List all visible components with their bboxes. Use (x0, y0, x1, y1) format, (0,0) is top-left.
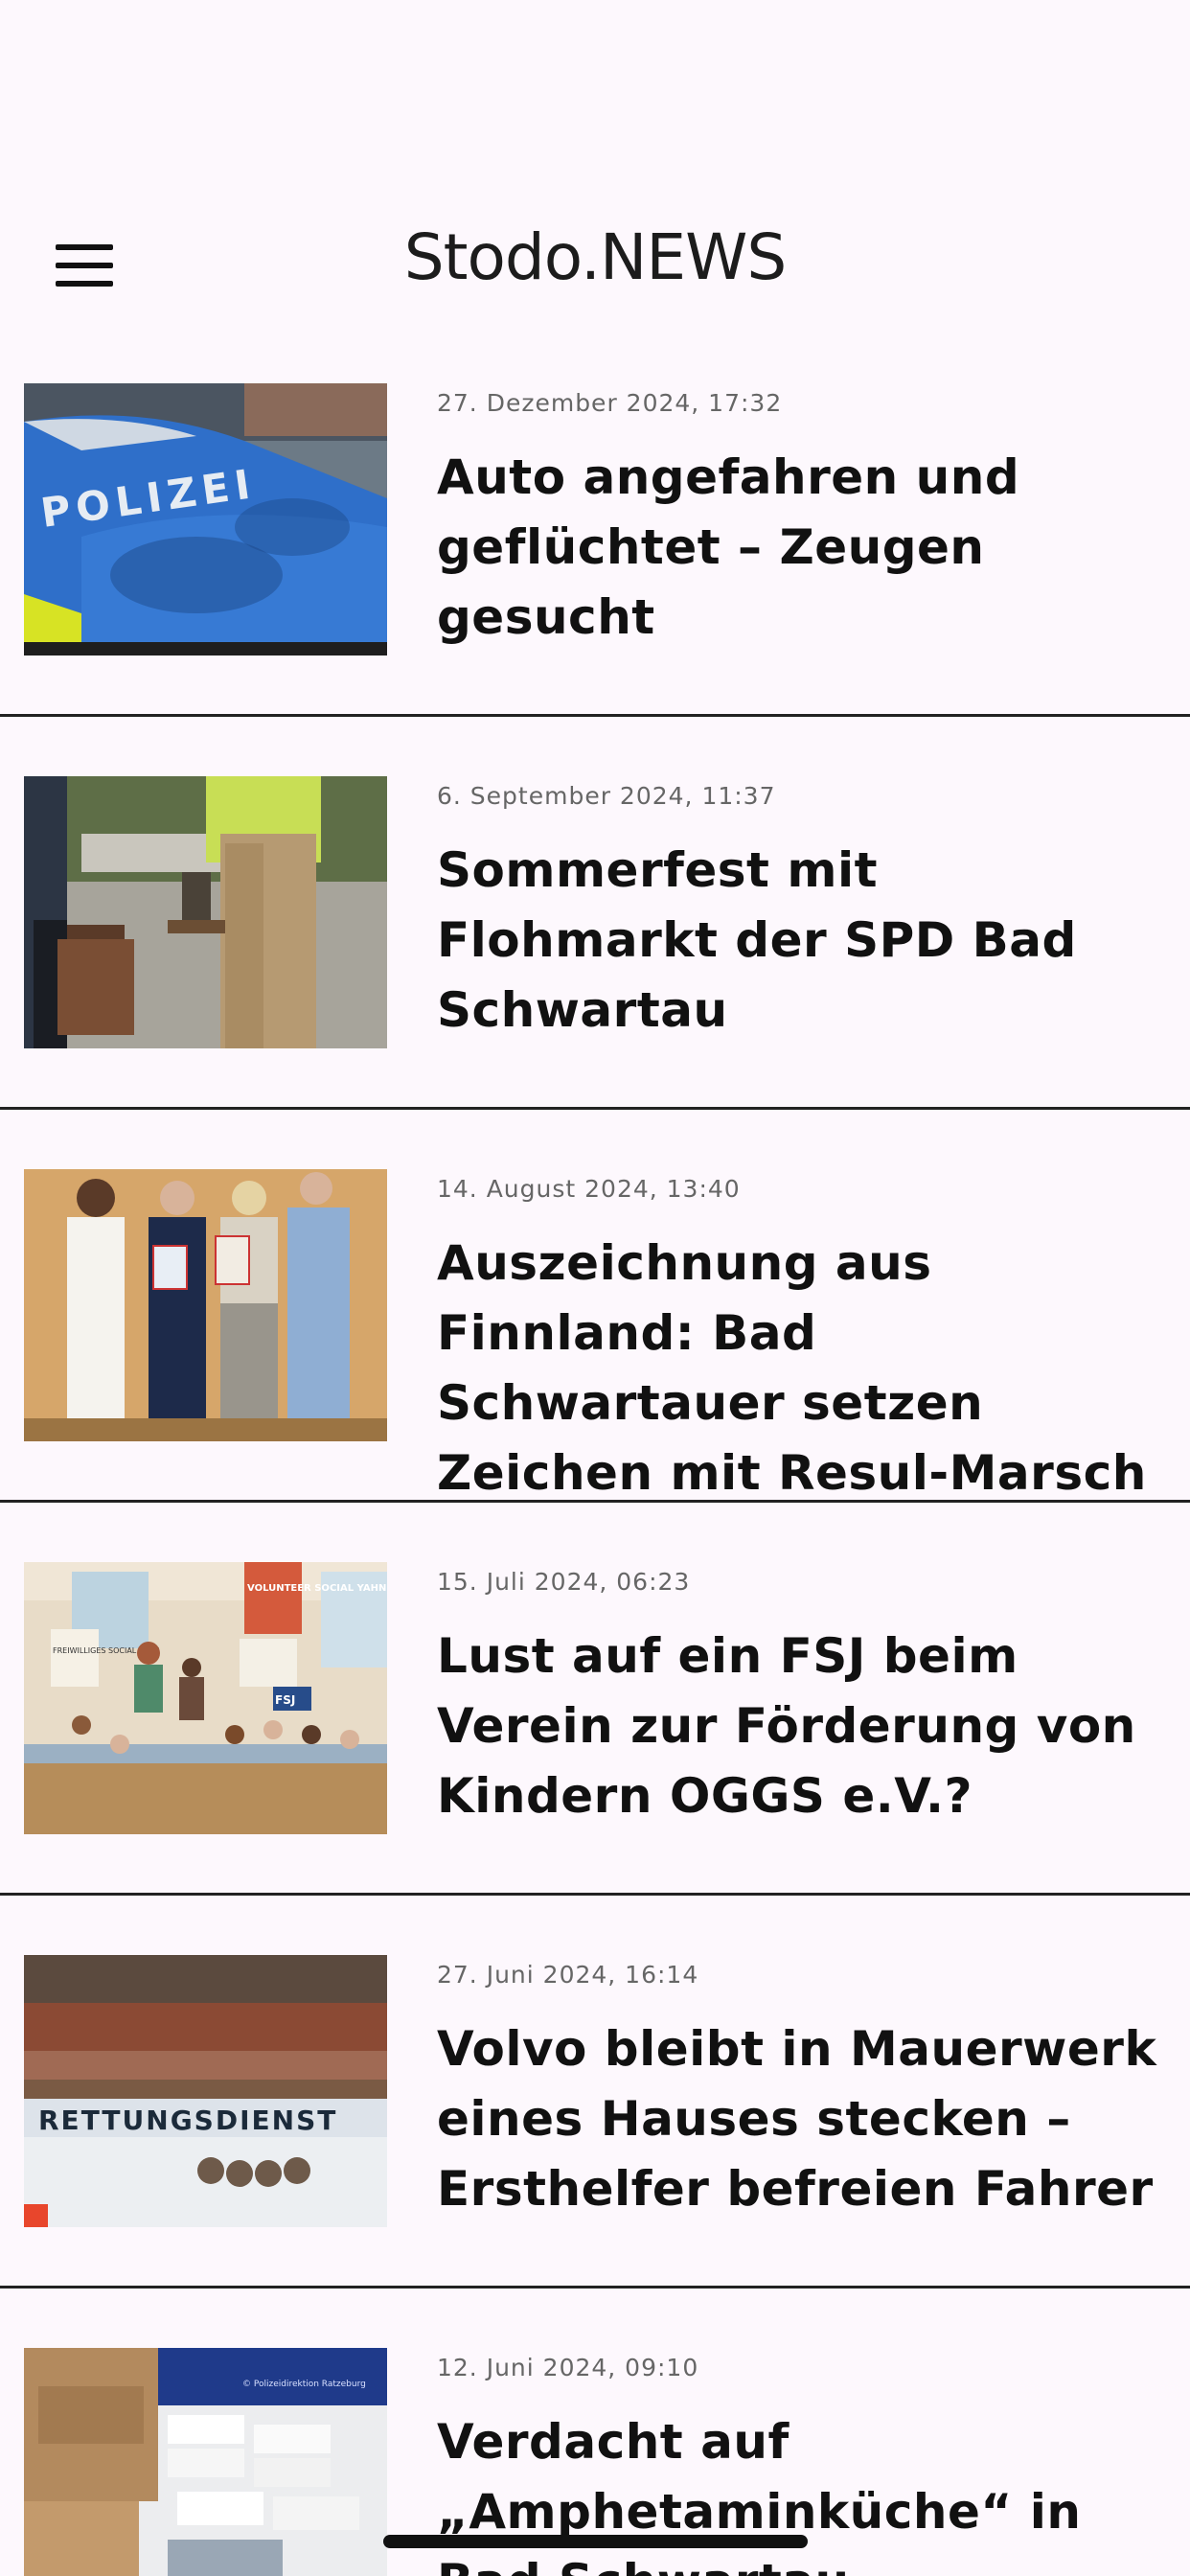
home-indicator[interactable] (383, 2535, 808, 2548)
list-item[interactable]: VOLUNTEER SOCIAL YAHN FSJ FREIWILLIGES S… (0, 1562, 1190, 1898)
app-header: Stodo.NEWS (0, 0, 1190, 364)
site-title[interactable]: Stodo.NEWS (0, 220, 1190, 294)
divider (0, 1107, 1190, 1110)
article-date: 6. September 2024, 11:37 (437, 782, 776, 810)
article-title[interactable]: Auto angefahren und geflüchtet – Zeugen … (437, 443, 1165, 653)
list-item[interactable]: 14. August 2024, 13:40 Auszeichnung aus … (0, 1169, 1190, 1505)
article-date: 12. Juni 2024, 09:10 (437, 2354, 699, 2381)
list-item[interactable]: POLIZEI 27. Dezember 2024, 17:32 Auto an… (0, 383, 1190, 719)
article-title[interactable]: Verdacht auf „Amphetaminküche“ in Bad Sc… (437, 2407, 1165, 2576)
article-title[interactable]: Auszeichnung aus Finnland: Bad Schwartau… (437, 1229, 1165, 1508)
article-date: 27. Dezember 2024, 17:32 (437, 389, 783, 417)
image-label: © Polizeidirektion Ratzeburg (242, 2380, 366, 2389)
seized-drugs-photo[interactable]: © Polizeidirektion Ratzeburg (24, 2348, 387, 2576)
image-label: RETTUNGSDIENST (38, 2104, 337, 2136)
article-date: 15. Juli 2024, 06:23 (437, 1568, 691, 1596)
classroom-photo[interactable]: VOLUNTEER SOCIAL YAHN FSJ FREIWILLIGES S… (24, 1562, 387, 1834)
list-item[interactable]: RETTUNGSDIENST 27. Juni 2024, 16:14 Volv… (0, 1955, 1190, 2290)
article-title[interactable]: Volvo bleibt in Mauerwerk eines Hauses s… (437, 2014, 1165, 2224)
divider (0, 2286, 1190, 2288)
article-title[interactable]: Sommerfest mit Flohmarkt der SPD Bad Sch… (437, 836, 1165, 1046)
divider (0, 714, 1190, 717)
article-date: 27. Juni 2024, 16:14 (437, 1961, 699, 1989)
divider (0, 1893, 1190, 1896)
police-car-photo[interactable]: POLIZEI (24, 383, 387, 656)
list-item[interactable]: 6. September 2024, 11:37 Sommerfest mit … (0, 776, 1190, 1112)
article-title[interactable]: Lust auf ein FSJ beim Verein zur Förderu… (437, 1622, 1165, 1831)
article-date: 14. August 2024, 13:40 (437, 1175, 741, 1203)
image-label: VOLUNTEER SOCIAL YAHN FSJ (247, 1583, 387, 1594)
people-carrying-boxes-photo[interactable] (24, 776, 387, 1048)
rettungsdienst-vehicle-photo[interactable]: RETTUNGSDIENST (24, 1955, 387, 2227)
divider (0, 1500, 1190, 1503)
image-label: FSJ (275, 1693, 295, 1707)
award-ceremony-photo[interactable] (24, 1169, 387, 1441)
